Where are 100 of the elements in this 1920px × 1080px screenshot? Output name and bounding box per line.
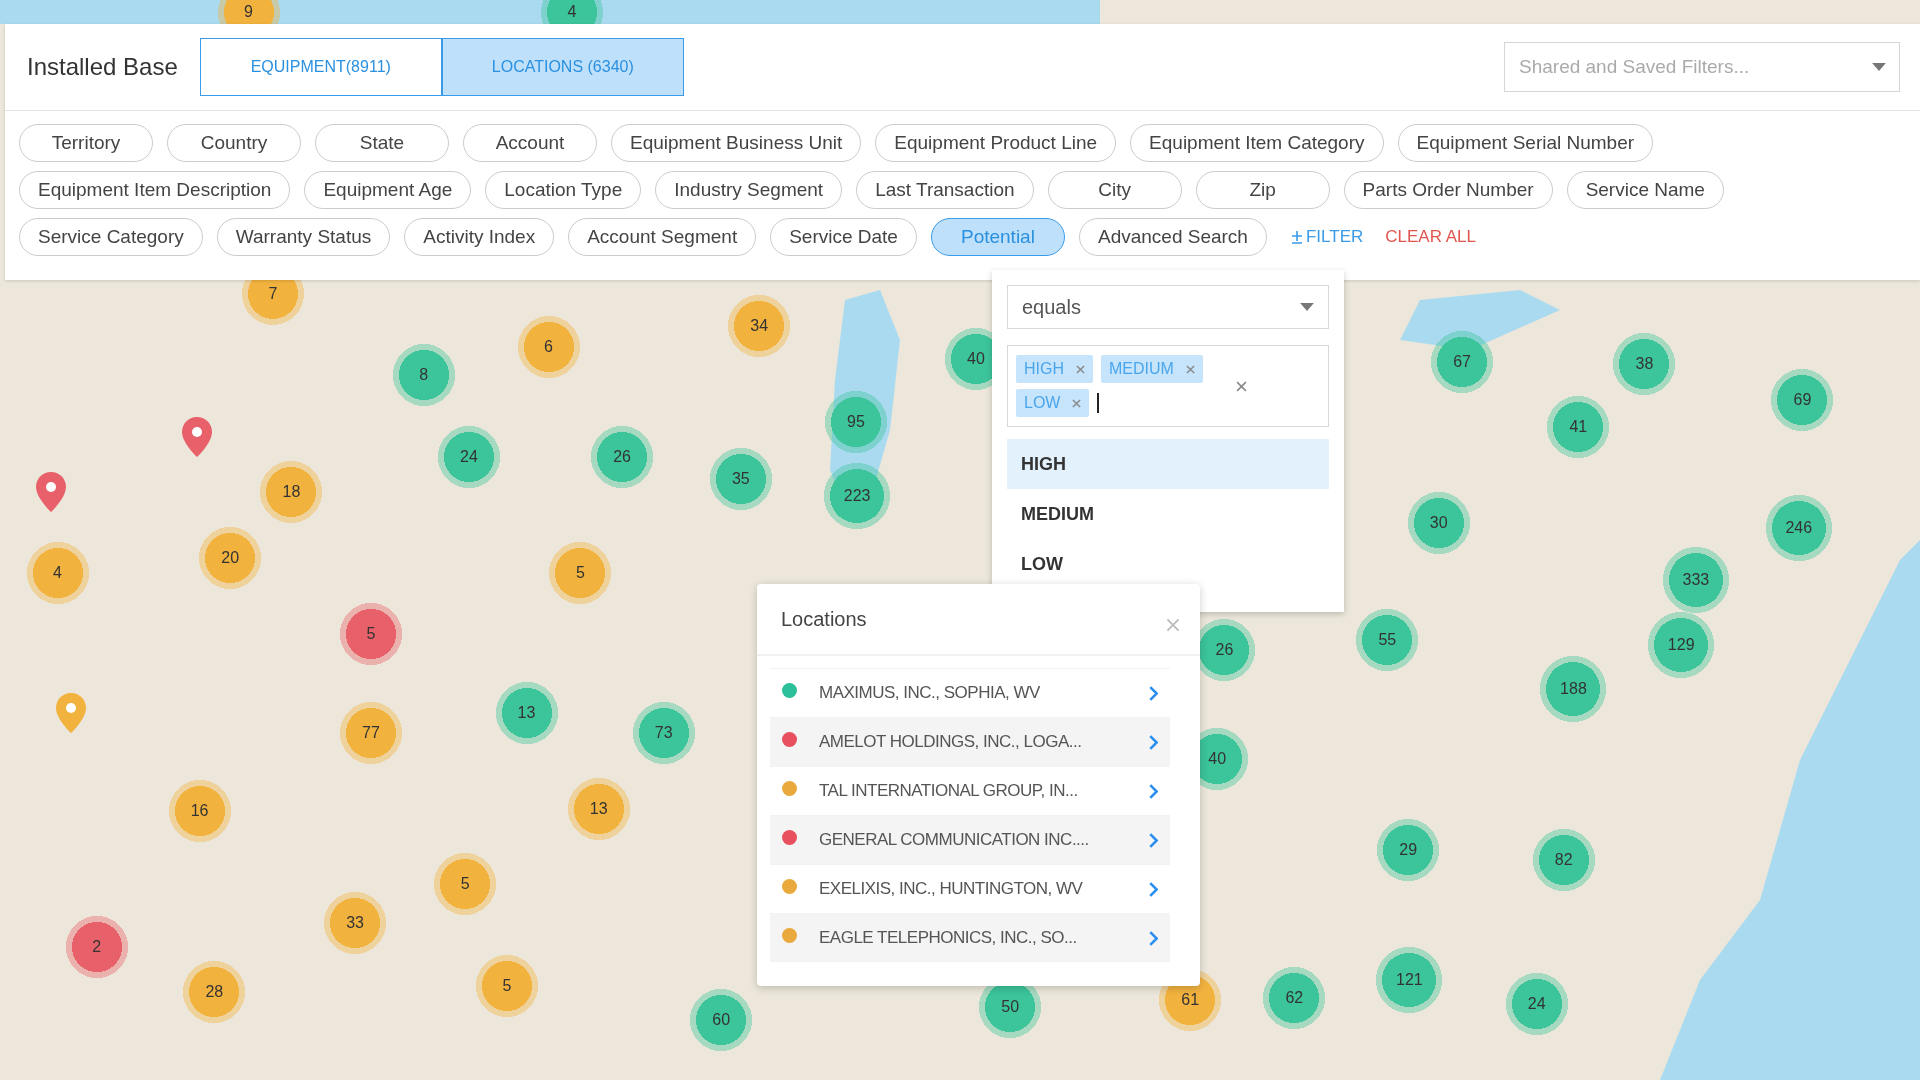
- chevron-right-icon[interactable]: [1149, 832, 1158, 848]
- cluster-marker[interactable]: 18: [260, 461, 323, 524]
- filter-chip[interactable]: Equipment Age: [304, 171, 472, 209]
- location-name: TAL INTERNATIONAL GROUP, IN...: [819, 781, 1079, 801]
- filter-chip[interactable]: Equipment Product Line: [875, 124, 1117, 162]
- filter-chip[interactable]: Warranty Status: [216, 218, 391, 256]
- cluster-marker[interactable]: 24: [437, 425, 500, 488]
- filter-chip[interactable]: Parts Order Number: [1343, 171, 1553, 209]
- filter-chip[interactable]: Zip: [1195, 171, 1330, 209]
- filter-chip[interactable]: City: [1047, 171, 1182, 209]
- cluster-marker[interactable]: 69: [1771, 369, 1834, 432]
- saved-filters-dropdown[interactable]: Shared and Saved Filters...: [1504, 42, 1900, 92]
- cluster-marker[interactable]: 6: [517, 315, 580, 378]
- location-item[interactable]: AMELOT HOLDINGS, INC., LOGA...: [770, 717, 1170, 766]
- location-item[interactable]: EAGLE TELEPHONICS, INC., SO...: [770, 913, 1170, 962]
- cluster-marker[interactable]: 121: [1376, 946, 1443, 1013]
- remove-icon[interactable]: [1076, 364, 1085, 374]
- filter-chip[interactable]: Equipment Serial Number: [1397, 124, 1654, 162]
- tag-label: LOW: [1024, 394, 1061, 412]
- filter-chip[interactable]: Last Transaction: [856, 171, 1034, 209]
- clear-icon[interactable]: [1236, 380, 1247, 392]
- map-pin-icon[interactable]: [36, 472, 67, 513]
- location-name: MAXIMUS, INC., SOPHIA, WV: [819, 683, 1041, 703]
- cluster-marker[interactable]: 41: [1547, 396, 1610, 459]
- cluster-marker[interactable]: 16: [168, 779, 231, 842]
- cluster-marker[interactable]: 4: [540, 0, 603, 24]
- cluster-marker[interactable]: 5: [549, 542, 612, 605]
- location-item[interactable]: GENERAL COMMUNICATION INC....: [770, 815, 1170, 864]
- filter-chip[interactable]: Industry Segment: [655, 171, 843, 209]
- caret-icon: [1300, 303, 1314, 311]
- cluster-marker[interactable]: 77: [340, 702, 402, 765]
- chevron-right-icon[interactable]: [1149, 685, 1158, 701]
- view-tab[interactable]: EQUIPMENT(8911): [199, 38, 442, 96]
- cluster-marker[interactable]: 2: [65, 915, 128, 978]
- option-item[interactable]: MEDIUM: [1007, 489, 1329, 539]
- cluster-marker[interactable]: 38: [1613, 332, 1676, 395]
- filter-chip[interactable]: Equipment Item Description: [19, 171, 291, 209]
- caret-icon: [1872, 63, 1886, 71]
- clear-all-link[interactable]: CLEAR ALL: [1385, 227, 1476, 247]
- filter-chip[interactable]: Territory: [19, 124, 153, 162]
- chevron-right-icon[interactable]: [1149, 930, 1158, 946]
- filter-chip[interactable]: Account: [463, 124, 597, 162]
- cluster-marker[interactable]: 67: [1431, 331, 1494, 394]
- remove-icon[interactable]: [1072, 398, 1082, 408]
- cluster-marker[interactable]: 26: [591, 425, 654, 488]
- chevron-right-icon[interactable]: [1149, 783, 1158, 799]
- cluster-marker[interactable]: 5: [475, 954, 538, 1017]
- map-pin-icon[interactable]: [182, 417, 213, 458]
- cluster-marker[interactable]: 34: [728, 294, 791, 357]
- cluster-marker[interactable]: 95: [824, 391, 887, 454]
- cluster-marker[interactable]: 29: [1377, 818, 1440, 881]
- cluster-marker[interactable]: 20: [199, 527, 262, 590]
- chevron-right-icon[interactable]: [1149, 881, 1158, 897]
- cluster-marker[interactable]: 5: [434, 853, 497, 916]
- remove-icon[interactable]: [1185, 364, 1195, 374]
- filter-chip[interactable]: Service Category: [19, 218, 203, 256]
- cluster-marker[interactable]: 246: [1765, 494, 1832, 561]
- filter-chip[interactable]: State: [315, 124, 449, 162]
- filter-chip[interactable]: Country: [167, 124, 301, 162]
- filter-chip[interactable]: Service Name: [1566, 171, 1724, 209]
- chevron-right-icon[interactable]: [1149, 734, 1158, 750]
- location-name: EXELIXIS, INC., HUNTINGTON, WV: [819, 879, 1084, 899]
- filter-chip[interactable]: Activity Index: [404, 218, 555, 256]
- cluster-marker[interactable]: 188: [1540, 656, 1607, 723]
- cluster-marker[interactable]: 7: [242, 280, 305, 325]
- filter-chip[interactable]: Account Segment: [568, 218, 757, 256]
- cluster-marker[interactable]: 13: [567, 778, 630, 841]
- cluster-marker[interactable]: 62: [1263, 966, 1326, 1029]
- page-title: Installed Base: [27, 53, 178, 81]
- cluster-marker[interactable]: 8: [392, 343, 455, 406]
- map-pin-icon[interactable]: [56, 692, 86, 733]
- plus-icon: [1290, 230, 1303, 244]
- cluster-marker[interactable]: 9: [217, 0, 280, 24]
- cluster-marker[interactable]: 333: [1662, 547, 1729, 614]
- cluster-marker[interactable]: 5: [340, 603, 402, 666]
- operator-value: equals: [1022, 295, 1081, 319]
- filter-chip[interactable]: Service Date: [770, 218, 917, 256]
- cluster-marker[interactable]: 223: [824, 462, 891, 529]
- option-item[interactable]: HIGH: [1007, 439, 1329, 489]
- filter-chip[interactable]: Equipment Business Unit: [611, 124, 862, 162]
- cluster-marker[interactable]: 4: [26, 542, 89, 605]
- tag-label: HIGH: [1024, 360, 1064, 378]
- filter-chip[interactable]: Equipment Item Category: [1130, 124, 1384, 162]
- cluster-marker[interactable]: 30: [1407, 491, 1470, 554]
- close-icon[interactable]: [1166, 618, 1180, 632]
- filter-chip[interactable]: Location Type: [485, 171, 642, 209]
- cluster-marker[interactable]: 129: [1648, 612, 1715, 679]
- filter-chip[interactable]: Advanced Search: [1078, 218, 1267, 256]
- text-cursor: [1097, 393, 1100, 413]
- cluster-marker[interactable]: 60: [690, 989, 753, 1051]
- cluster-marker[interactable]: 82: [1532, 828, 1595, 891]
- cluster-marker[interactable]: 24: [1505, 973, 1568, 1036]
- cluster-marker[interactable]: 13: [495, 681, 558, 744]
- location-name: GENERAL COMMUNICATION INC....: [819, 830, 1090, 850]
- operator-dropdown[interactable]: equals: [1007, 285, 1329, 329]
- cluster-marker[interactable]: 35: [709, 447, 772, 510]
- cluster-marker[interactable]: 33: [324, 892, 387, 955]
- cluster-marker[interactable]: 55: [1356, 609, 1419, 672]
- cluster-marker[interactable]: 73: [632, 702, 695, 765]
- cluster-marker[interactable]: 28: [183, 960, 246, 1023]
